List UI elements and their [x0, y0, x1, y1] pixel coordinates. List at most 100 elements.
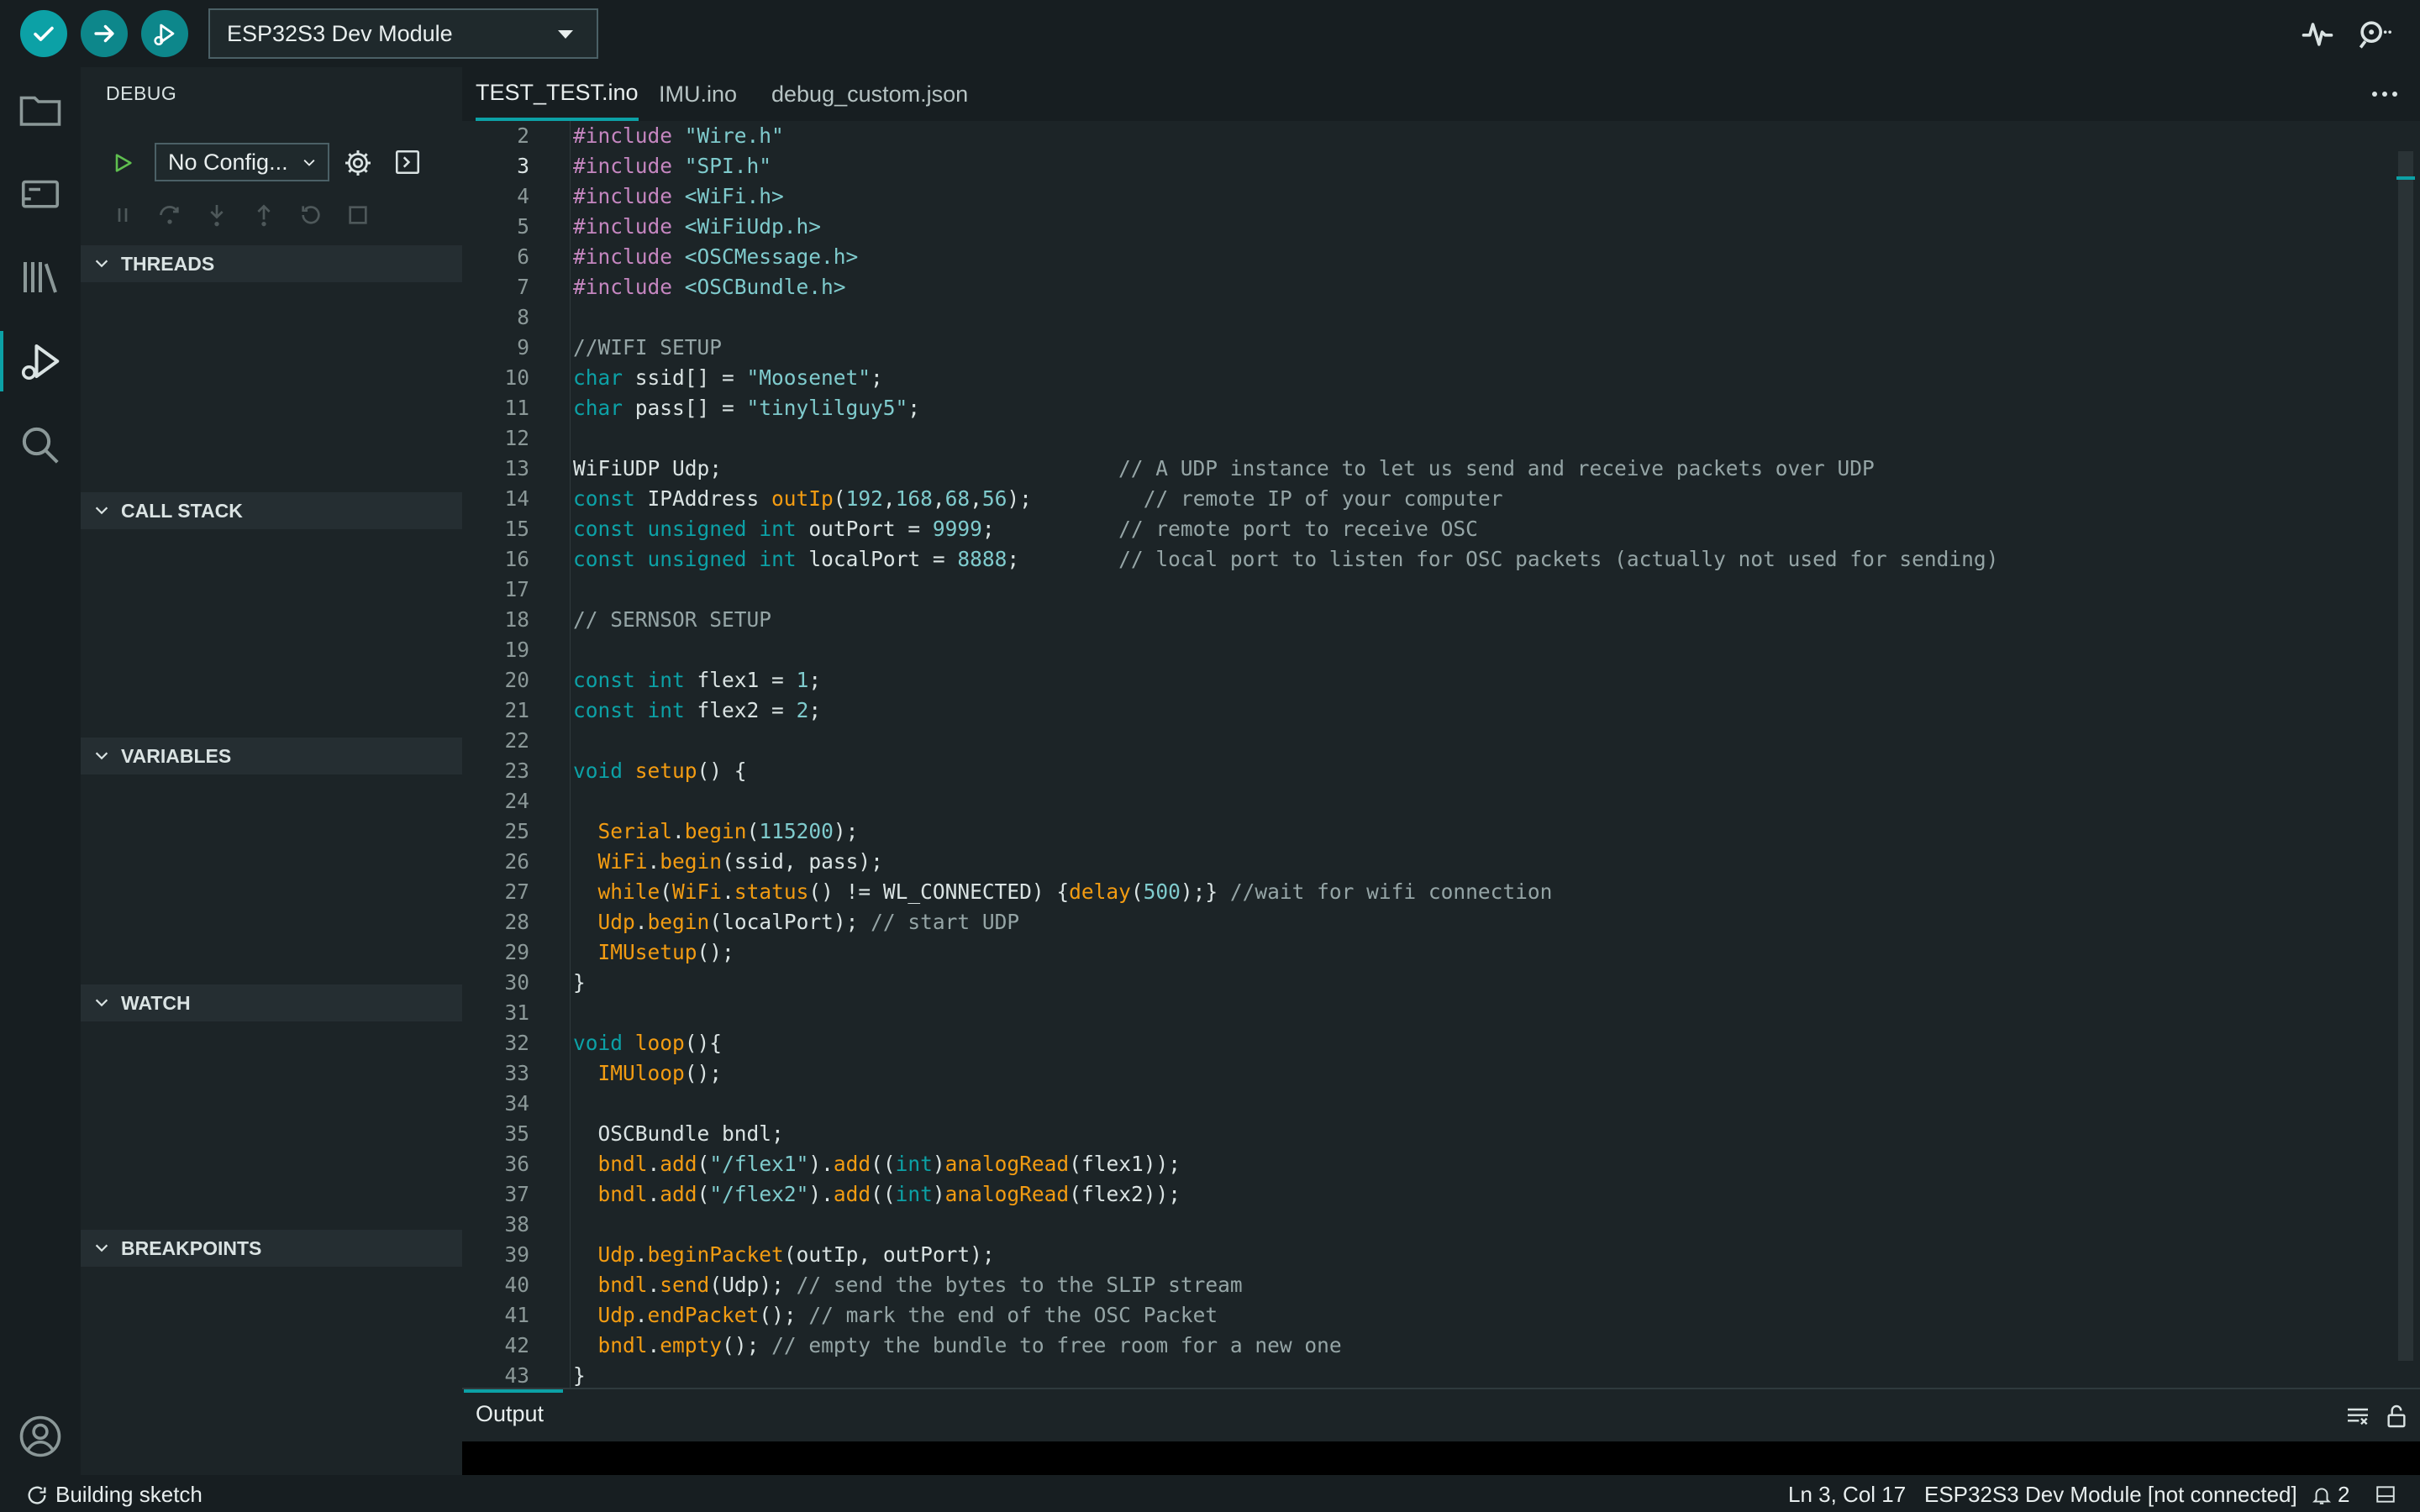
notifications-button[interactable]: 2: [2311, 1482, 2349, 1508]
debug-config-select[interactable]: No Config...: [155, 143, 329, 181]
code-line[interactable]: 8: [462, 302, 2395, 333]
code-text: Udp.endPacket(); // mark the end of the …: [597, 1303, 1218, 1327]
line-number: 32: [504, 1031, 529, 1055]
step-over-button[interactable]: [156, 202, 183, 228]
start-debugging-button[interactable]: [141, 10, 188, 57]
code-line[interactable]: 23 void setup() {: [462, 756, 2395, 786]
cursor-position[interactable]: Ln 3, Col 17: [1788, 1482, 1906, 1508]
account-button[interactable]: [0, 1394, 81, 1478]
code-line[interactable]: 14 const IPAddress outIp(192,168,68,56); …: [462, 484, 2395, 514]
line-number: 43: [504, 1363, 529, 1388]
code-line[interactable]: 31: [462, 998, 2395, 1028]
code-line[interactable]: 32 void loop(){: [462, 1028, 2395, 1058]
boards-manager-button[interactable]: [0, 151, 81, 235]
code-line[interactable]: 13 WiFiUDP Udp; // A UDP instance to let …: [462, 454, 2395, 484]
code-line[interactable]: 41 Udp.endPacket(); // mark the end of t…: [462, 1300, 2395, 1331]
search-button[interactable]: [0, 403, 81, 487]
section-variables[interactable]: VARIABLES: [81, 738, 462, 774]
step-out-icon: [257, 204, 271, 227]
sketchbook-button[interactable]: [0, 67, 81, 151]
stop-icon: [349, 206, 367, 224]
section-watch[interactable]: WATCH: [81, 984, 462, 1021]
toggle-panel-button[interactable]: [2375, 1483, 2396, 1511]
verify-button[interactable]: [20, 10, 67, 57]
board-selector[interactable]: ESP32S3 Dev Module: [208, 8, 598, 59]
start-debugging-button[interactable]: [111, 151, 134, 175]
tab-debug-custom-json[interactable]: debug_custom.json: [771, 67, 968, 121]
stop-button[interactable]: [345, 202, 371, 228]
output-tab-indicator: [464, 1389, 563, 1393]
editor-scrollbar[interactable]: [2398, 151, 2413, 1361]
code-line[interactable]: 22: [462, 726, 2395, 756]
code-line[interactable]: 20 const int flex1 = 1;: [462, 665, 2395, 696]
code-line[interactable]: 28 Udp.begin(localPort); // start UDP: [462, 907, 2395, 937]
step-into-button[interactable]: [203, 202, 230, 228]
library-manager-button[interactable]: [0, 235, 81, 319]
code-line[interactable]: 15 const unsigned int outPort = 9999; // …: [462, 514, 2395, 544]
debug-view-button[interactable]: [0, 319, 81, 403]
code-text: Udp.beginPacket(outIp, outPort);: [597, 1242, 995, 1267]
output-title[interactable]: Output: [476, 1401, 544, 1427]
code-editor[interactable]: 2 #include "Wire.h" 3 #include "SPI.h" 4 #inc…: [462, 121, 2420, 1388]
code-line[interactable]: 38: [462, 1210, 2395, 1240]
code-line[interactable]: 29 IMUsetup();: [462, 937, 2395, 968]
line-number: 14: [504, 486, 529, 511]
code-line[interactable]: 18 // SERNSOR SETUP: [462, 605, 2395, 635]
section-breakpoints[interactable]: BREAKPOINTS: [81, 1230, 462, 1267]
code-line[interactable]: 9 //WIFI SETUP: [462, 333, 2395, 363]
code-line[interactable]: 10 char ssid[] = "Moosenet";: [462, 363, 2395, 393]
code-text: bndl.empty(); // empty the bundle to fre…: [597, 1333, 1342, 1357]
serial-plotter-button[interactable]: [2299, 15, 2336, 52]
serial-monitor-button[interactable]: [2354, 15, 2391, 52]
code-line[interactable]: 40 bndl.send(Udp); // send the bytes to …: [462, 1270, 2395, 1300]
upload-button[interactable]: [81, 10, 128, 57]
more-actions-button[interactable]: [2368, 82, 2402, 106]
code-line[interactable]: 21 const int flex2 = 2;: [462, 696, 2395, 726]
clear-output-button[interactable]: [2344, 1403, 2371, 1430]
output-console[interactable]: [462, 1441, 2420, 1475]
tab-test-test[interactable]: TEST_TEST.ino: [476, 67, 639, 121]
code-line[interactable]: 17: [462, 575, 2395, 605]
board-status[interactable]: ESP32S3 Dev Module [not connected]: [1924, 1482, 2297, 1508]
code-line[interactable]: 7 #include <OSCBundle.h>: [462, 272, 2395, 302]
code-line[interactable]: 3 #include "SPI.h": [462, 151, 2395, 181]
code-line[interactable]: 25 Serial.begin(115200);: [462, 816, 2395, 847]
code-line[interactable]: 26 WiFi.begin(ssid, pass);: [462, 847, 2395, 877]
sync-icon: [28, 1486, 46, 1504]
debug-config-label: No Config...: [168, 149, 288, 175]
debug-settings-button[interactable]: [343, 148, 373, 178]
code-line[interactable]: 11 char pass[] = "tinylilguy5";: [462, 393, 2395, 423]
clear-output-icon: [2348, 1408, 2368, 1425]
code-line[interactable]: 4 #include <WiFi.h>: [462, 181, 2395, 212]
code-line[interactable]: 39 Udp.beginPacket(outIp, outPort);: [462, 1240, 2395, 1270]
code-line[interactable]: 33 IMUloop();: [462, 1058, 2395, 1089]
pause-button[interactable]: [109, 202, 136, 228]
code-line[interactable]: 19: [462, 635, 2395, 665]
section-call-stack[interactable]: CALL STACK: [81, 492, 462, 529]
restart-button[interactable]: [297, 202, 324, 228]
code-line[interactable]: 6 #include <OSCMessage.h>: [462, 242, 2395, 272]
toggle-scroll-lock-button[interactable]: [2383, 1403, 2410, 1430]
code-text: #include <WiFi.h>: [573, 184, 784, 208]
tab-imu[interactable]: IMU.ino: [659, 67, 737, 121]
code-line[interactable]: 24: [462, 786, 2395, 816]
code-line[interactable]: 42 bndl.empty(); // empty the bundle to …: [462, 1331, 2395, 1361]
code-line[interactable]: 34: [462, 1089, 2395, 1119]
code-line[interactable]: 30}: [462, 968, 2395, 998]
code-line[interactable]: 16 const unsigned int localPort = 8888; /…: [462, 544, 2395, 575]
code-text: IMUsetup();: [597, 940, 734, 964]
code-line[interactable]: 36 bndl.add("/flex1").add((int)analogRea…: [462, 1149, 2395, 1179]
code-line[interactable]: 37 bndl.add("/flex2").add((int)analogRea…: [462, 1179, 2395, 1210]
line-number: 41: [504, 1303, 529, 1327]
code-line[interactable]: 12: [462, 423, 2395, 454]
code-line[interactable]: 27 while(WiFi.status() != WL_CONNECTED) …: [462, 877, 2395, 907]
code-line[interactable]: 5 #include <WiFiUdp.h>: [462, 212, 2395, 242]
code-line[interactable]: 43}: [462, 1361, 2395, 1388]
debug-console-button[interactable]: [393, 148, 422, 176]
line-number: 17: [504, 577, 529, 601]
pause-icon: [118, 208, 128, 222]
code-line[interactable]: 2 #include "Wire.h": [462, 121, 2395, 151]
section-threads[interactable]: THREADS: [81, 245, 462, 282]
step-out-button[interactable]: [250, 202, 277, 228]
code-line[interactable]: 35 OSCBundle bndl;: [462, 1119, 2395, 1149]
